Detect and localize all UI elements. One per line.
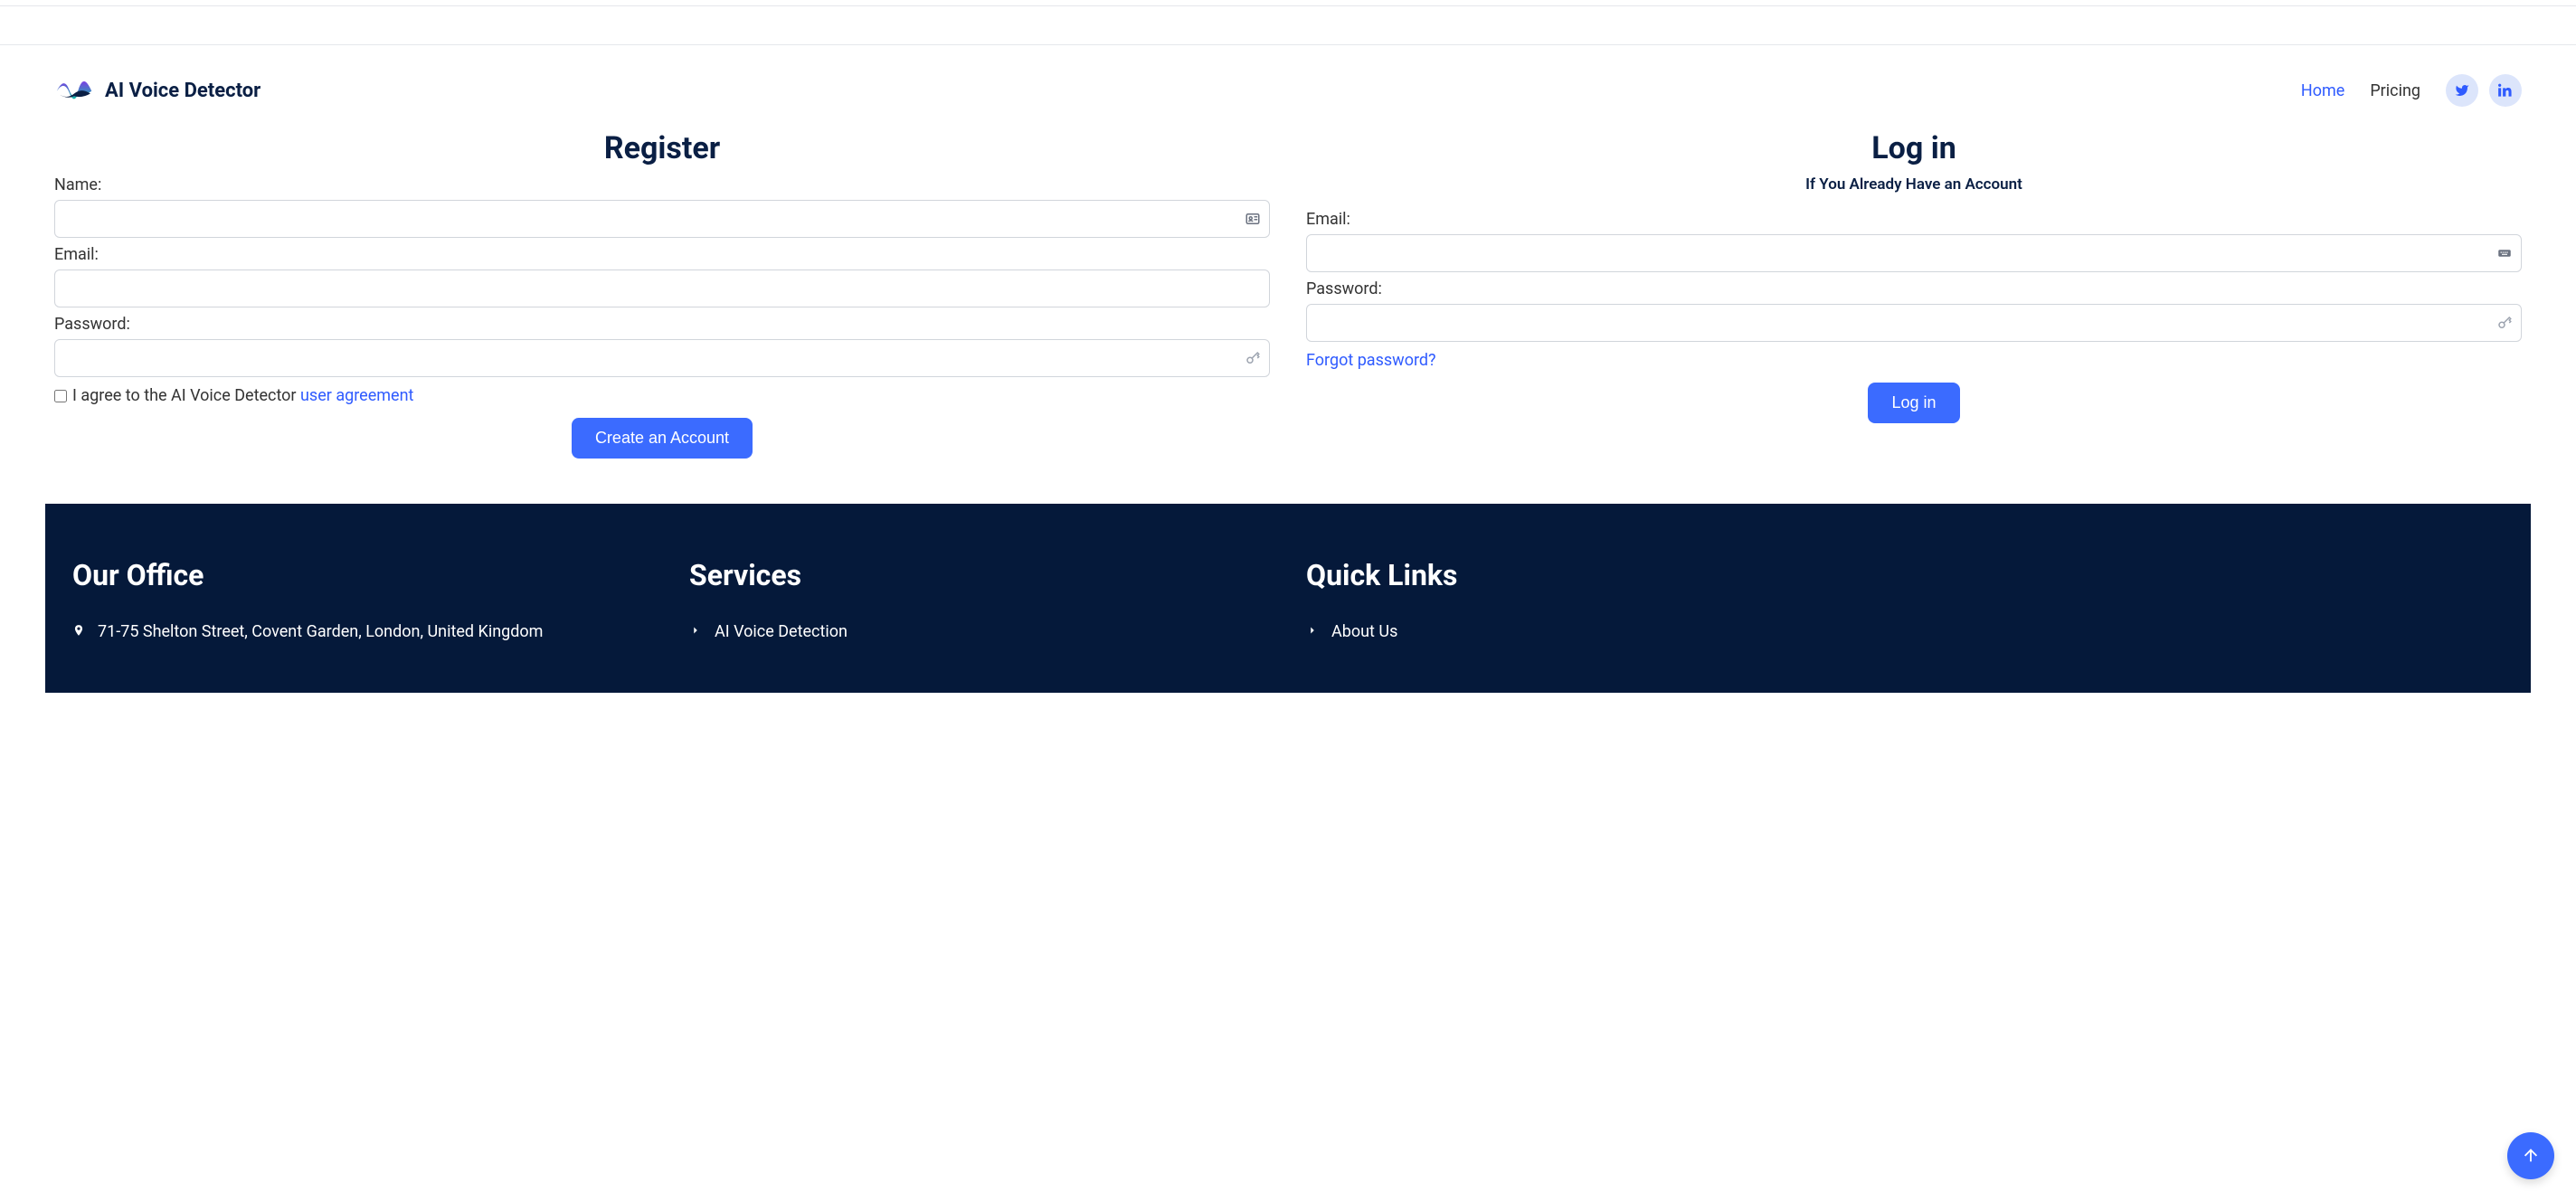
register-panel: Register Name: Email: Password: I agree … [54, 130, 1270, 459]
login-panel: Log in If You Already Have an Account Em… [1306, 130, 2522, 459]
footer-service-item[interactable]: AI Voice Detection [689, 619, 1270, 644]
login-password-label: Password: [1306, 279, 2522, 298]
login-email-input[interactable] [1306, 234, 2522, 272]
register-title: Register [54, 130, 1270, 166]
register-email-input[interactable] [54, 270, 1270, 307]
chevron-right-icon [1306, 619, 1319, 644]
twitter-icon[interactable] [2446, 74, 2478, 107]
main: Register Name: Email: Password: I agree … [0, 112, 2576, 504]
forgot-password-link[interactable]: Forgot password? [1306, 351, 1436, 370]
login-password-input[interactable] [1306, 304, 2522, 342]
nav-pricing[interactable]: Pricing [2370, 81, 2420, 100]
linkedin-icon[interactable] [2489, 74, 2522, 107]
register-password-input[interactable] [54, 339, 1270, 377]
footer: Our Office 71-75 Shelton Street, Covent … [45, 504, 2531, 693]
nav: Home Pricing [2301, 74, 2522, 107]
register-password-label: Password: [54, 315, 1270, 334]
brand-name: AI Voice Detector [105, 80, 260, 102]
register-name-input[interactable] [54, 200, 1270, 238]
keyboard-icon [2496, 245, 2513, 261]
footer-services-title: Services [689, 558, 1270, 592]
login-button[interactable]: Log in [1868, 383, 1959, 423]
footer-services: Services AI Voice Detection [689, 558, 1270, 657]
logo-icon [54, 69, 94, 112]
register-email-label: Email: [54, 245, 1270, 264]
user-agreement-link[interactable]: user agreement [300, 386, 413, 405]
agree-text: I agree to the AI Voice Detector [72, 386, 300, 405]
login-subtitle: If You Already Have an Account [1306, 175, 2522, 194]
scroll-top-button[interactable] [2507, 1132, 2554, 1179]
chevron-right-icon [689, 619, 702, 644]
footer-links-title: Quick Links [1306, 558, 1887, 592]
login-title: Log in [1306, 130, 2522, 166]
register-name-label: Name: [54, 175, 1270, 194]
footer-office: Our Office 71-75 Shelton Street, Covent … [72, 558, 653, 657]
footer-office-title: Our Office [72, 558, 653, 592]
id-card-icon [1245, 211, 1261, 227]
location-icon [72, 619, 85, 644]
agree-checkbox[interactable] [54, 390, 67, 402]
header: AI Voice Detector Home Pricing [0, 45, 2576, 112]
login-email-label: Email: [1306, 210, 2522, 229]
nav-home[interactable]: Home [2301, 81, 2344, 100]
footer-links: Quick Links About Us [1306, 558, 1887, 657]
key-icon [2496, 315, 2513, 331]
create-account-button[interactable]: Create an Account [572, 418, 753, 459]
footer-link-item[interactable]: About Us [1306, 619, 1887, 644]
key-icon [1245, 350, 1261, 366]
footer-address: 71-75 Shelton Street, Covent Garden, Lon… [98, 619, 543, 644]
brand[interactable]: AI Voice Detector [54, 69, 260, 112]
